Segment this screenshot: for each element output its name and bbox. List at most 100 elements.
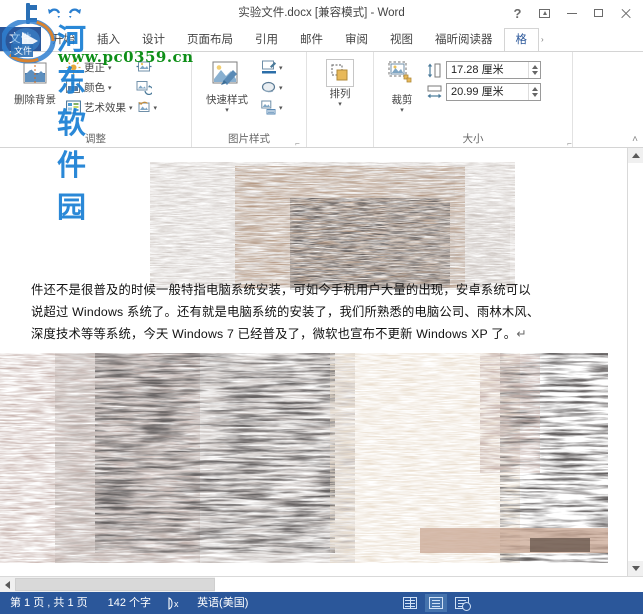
artistic-effects-icon	[66, 100, 81, 115]
size-dialog-launcher-icon[interactable]: ⌐	[565, 136, 574, 148]
read-mode-view-button[interactable]	[399, 594, 421, 612]
chevron-down-icon[interactable]: ▾	[279, 84, 283, 92]
ribbon-display-options-button[interactable]	[531, 2, 558, 24]
document-page[interactable]: 件还不是很普及的时候一般特指电脑系统安装，可如今手机用户大量的出现，安卓系统可以…	[0, 148, 627, 576]
word-window: 实验文件.docx [兼容模式] - Word ? 文件 开始 插入 设计 页面…	[0, 0, 643, 614]
tab-review[interactable]: 审阅	[334, 29, 379, 51]
tab-picture-format[interactable]: 格	[503, 28, 539, 51]
close-button[interactable]	[612, 2, 639, 24]
picture-layout-button[interactable]: ▾	[261, 99, 283, 116]
scroll-down-icon[interactable]	[628, 561, 643, 576]
compress-pictures-button[interactable]	[136, 59, 158, 76]
word-count[interactable]: 142 个字	[98, 592, 161, 614]
remove-background-button[interactable]: 删除背景	[4, 57, 66, 106]
picture-styles-dialog-launcher-icon[interactable]: ⌐	[293, 136, 302, 148]
remove-background-icon	[18, 59, 52, 93]
tab-insert[interactable]: 插入	[86, 29, 131, 51]
shape-width-input[interactable]: 20.99 厘米	[446, 83, 541, 101]
horizontal-scrollbar[interactable]	[0, 576, 643, 592]
vertical-scrollbar[interactable]	[627, 148, 643, 576]
crop-icon	[385, 59, 419, 93]
document-line-2: 说超过 Windows 系统了。还有就是电脑系统的安装了，我们所熟悉的电脑公司、…	[31, 305, 540, 319]
chevron-down-icon[interactable]: ▾	[225, 107, 229, 114]
tab-mailings[interactable]: 邮件	[289, 29, 334, 51]
chevron-down-icon[interactable]: ▾	[279, 64, 283, 72]
tab-file[interactable]: 文件	[0, 27, 41, 51]
undo-icon[interactable]	[47, 5, 62, 21]
web-layout-view-button[interactable]	[451, 594, 473, 612]
paragraph-end-mark: ↵	[516, 327, 527, 341]
scroll-up-icon[interactable]	[628, 148, 643, 163]
view-buttons	[399, 594, 643, 612]
proofing-status-button[interactable]: x	[161, 596, 187, 610]
chevron-down-icon[interactable]: ▾	[338, 101, 342, 108]
scroll-left-icon[interactable]	[0, 577, 15, 592]
quick-styles-label: 快速样式	[206, 94, 248, 106]
tab-view[interactable]: 视图	[379, 29, 424, 51]
print-layout-view-button[interactable]	[425, 594, 447, 612]
vertical-scroll-track[interactable]	[628, 163, 643, 561]
shape-height-row: 17.28 厘米	[426, 61, 541, 79]
shape-width-spinner[interactable]	[528, 84, 540, 100]
help-button[interactable]: ?	[504, 2, 531, 24]
chevron-down-icon[interactable]: ▾	[400, 107, 404, 114]
collapse-ribbon-button[interactable]: ˄	[632, 134, 638, 145]
minimize-button[interactable]	[558, 2, 585, 24]
chevron-down-icon[interactable]: ▾	[154, 104, 158, 112]
horizontal-scroll-thumb[interactable]	[15, 578, 215, 591]
color-label: 颜色	[84, 82, 105, 94]
ribbon-group-arrange: 排列 ▾	[307, 52, 374, 147]
chevron-down-icon[interactable]: ▾	[108, 84, 112, 92]
word-app-icon[interactable]	[5, 5, 21, 21]
shape-height-input[interactable]: 17.28 厘米	[446, 61, 541, 79]
change-picture-button[interactable]	[136, 79, 158, 96]
tab-references[interactable]: 引用	[244, 29, 289, 51]
document-canvas[interactable]: 件还不是很普及的时候一般特指电脑系统安装，可如今手机用户大量的出现，安卓系统可以…	[0, 148, 627, 576]
reset-picture-icon	[136, 100, 152, 115]
tab-page-layout[interactable]: 页面布局	[176, 29, 244, 51]
quick-styles-button[interactable]: 快速样式 ▾	[196, 57, 258, 114]
change-picture-icon	[136, 80, 154, 96]
tab-home[interactable]: 开始	[41, 29, 86, 51]
arrange-button[interactable]: 排列 ▾	[314, 57, 366, 108]
group-label-adjust: 调整	[85, 133, 106, 145]
picture-effects-button[interactable]: ▾	[261, 79, 283, 96]
ribbon-tab-bar: 文件 开始 插入 设计 页面布局 引用 邮件 审阅 视图 福昕阅读器 格 ›	[0, 27, 643, 51]
redo-icon[interactable]	[67, 5, 82, 21]
ribbon-group-size: 裁剪 ▾ 17.28 厘米 20.99 厘米 大小 ⌐	[374, 52, 573, 148]
adjust-command-list: 更正 ▾ 颜色 ▾ 艺术效果 ▾	[66, 57, 133, 116]
language-indicator[interactable]: 英语(美国)	[187, 592, 258, 614]
tab-design[interactable]: 设计	[131, 29, 176, 51]
proofing-errors-icon: x	[167, 596, 181, 610]
remove-background-label: 删除背景	[14, 94, 56, 106]
document-paragraph[interactable]: 件还不是很普及的时候一般特指电脑系统安装，可如今手机用户大量的出现，安卓系统可以…	[31, 279, 576, 345]
color-button[interactable]: 颜色 ▾	[66, 79, 133, 96]
tab-scroll-right-icon[interactable]: ›	[541, 29, 544, 51]
crop-button[interactable]: 裁剪 ▾	[378, 57, 426, 114]
picture-border-button[interactable]: ▾	[261, 59, 283, 76]
group-label-arrange	[311, 132, 369, 147]
document-image-top[interactable]	[140, 162, 530, 290]
width-icon	[426, 84, 443, 101]
size-fields: 17.28 厘米 20.99 厘米	[426, 57, 541, 101]
save-icon[interactable]	[26, 3, 42, 24]
chevron-down-icon[interactable]: ▾	[108, 64, 112, 72]
maximize-button[interactable]	[585, 2, 612, 24]
chevron-down-icon[interactable]: ▾	[279, 104, 283, 112]
status-bar: 第 1 页 , 共 1 页 142 个字 x 英语(美国)	[0, 592, 643, 614]
tab-foxit-reader[interactable]: 福昕阅读器	[424, 29, 504, 51]
group-label-size: 大小 ⌐	[378, 132, 572, 148]
document-line-3: 深度技术等等系统，今天 Windows 7 已经普及了，微软也宣布不更新 Win…	[31, 323, 576, 345]
shape-height-spinner[interactable]	[528, 62, 540, 78]
ribbon: 删除背景 更正 ▾ 颜色 ▾ 艺术效果 ▾ ▾ 调整 快速样式 ▾ ▾ ▾ ▾ …	[0, 51, 643, 148]
artistic-effects-button[interactable]: 艺术效果 ▾	[66, 99, 133, 116]
page-indicator[interactable]: 第 1 页 , 共 1 页	[0, 592, 98, 614]
picture-layout-icon	[261, 100, 277, 115]
picture-styles-extra-icons: ▾ ▾ ▾	[258, 57, 283, 116]
reset-picture-button[interactable]: ▾	[136, 99, 158, 116]
corrections-button[interactable]: 更正 ▾	[66, 59, 133, 76]
horizontal-scroll-track[interactable]	[215, 577, 643, 592]
document-image-bottom[interactable]	[0, 353, 608, 563]
arrange-icon	[326, 59, 354, 87]
color-picture-icon	[66, 80, 81, 95]
